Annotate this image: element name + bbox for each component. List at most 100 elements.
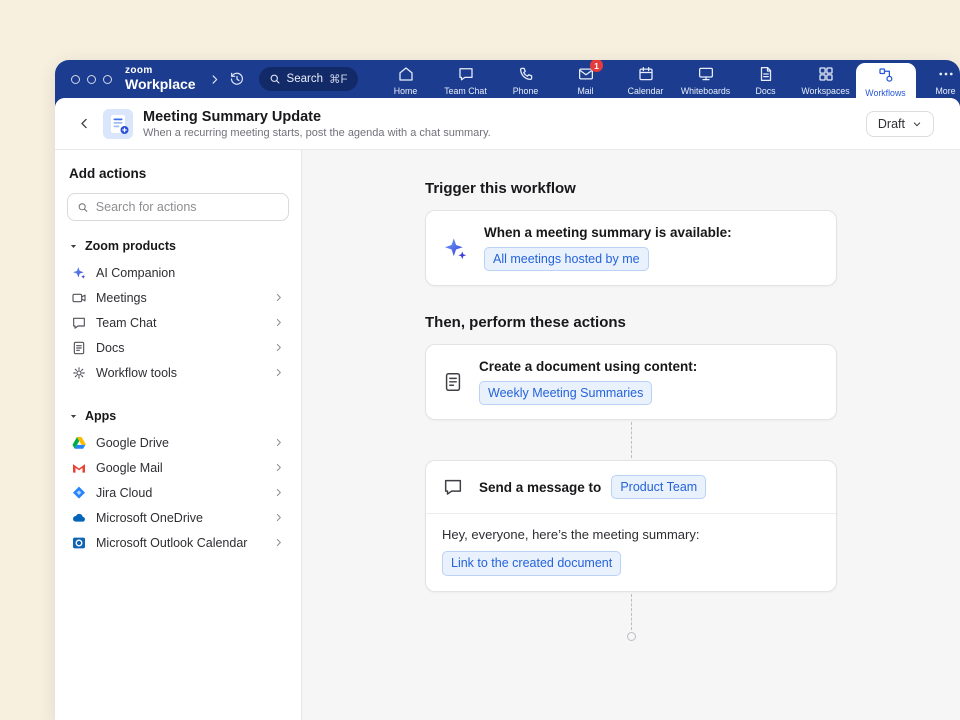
docs-icon (756, 64, 775, 83)
app-window: zoom Workplace Search ⌘F Home (55, 60, 960, 720)
collapse-chevron-icon[interactable] (204, 73, 225, 86)
window-control-dot[interactable] (103, 75, 112, 84)
chevron-right-icon (273, 292, 284, 303)
trigger-card[interactable]: When a meeting summary is available: All… (425, 210, 837, 286)
nav-item-docs[interactable]: Docs (736, 60, 796, 98)
chat-bubble-icon (442, 476, 464, 498)
workflows-icon (876, 66, 895, 85)
nav-item-home[interactable]: Home (376, 60, 436, 98)
chevron-right-icon (273, 512, 284, 523)
page-title: Meeting Summary Update (143, 109, 491, 125)
message-link-tag[interactable]: Link to the created document (442, 551, 621, 575)
trigger-scope-tag[interactable]: All meetings hosted by me (484, 247, 649, 271)
sidebar-item-google-mail[interactable]: Google Mail (67, 455, 289, 480)
nav-item-phone[interactable]: Phone (496, 60, 556, 98)
chevron-right-icon (273, 342, 284, 353)
chevron-right-icon (273, 317, 284, 328)
window-controls (55, 75, 125, 84)
outlook-calendar-icon (70, 534, 87, 551)
back-button[interactable] (71, 111, 97, 137)
jira-icon (70, 484, 87, 501)
home-icon (396, 64, 415, 83)
nav-item-more[interactable]: More (916, 60, 960, 98)
logo-workplace-text: Workplace (125, 77, 196, 92)
search-icon (77, 201, 89, 214)
calendar-icon (636, 64, 655, 83)
nav-item-workspaces[interactable]: Workspaces (796, 60, 856, 98)
flow-connector (631, 594, 632, 630)
document-icon (442, 371, 464, 393)
workflow-title-block: Meeting Summary Update When a recurring … (143, 109, 491, 139)
nav-item-calendar[interactable]: Calendar (616, 60, 676, 98)
ai-companion-icon (70, 264, 87, 281)
topbar: zoom Workplace Search ⌘F Home (55, 60, 960, 98)
ai-sparkle-icon (442, 235, 469, 262)
window-control-dot[interactable] (71, 75, 80, 84)
search-shortcut: ⌘F (329, 72, 348, 86)
nav-item-team-chat[interactable]: Team Chat (436, 60, 496, 98)
sidebar-item-jira-cloud[interactable]: Jira Cloud (67, 480, 289, 505)
sidebar-item-meetings[interactable]: Meetings (67, 285, 289, 310)
sidebar-item-team-chat[interactable]: Team Chat (67, 310, 289, 335)
triangle-down-icon (69, 412, 78, 421)
send-message-card[interactable]: Send a message to Product Team Hey, ever… (425, 460, 837, 591)
workflow-thumbnail-icon (103, 109, 133, 139)
chevron-right-icon (273, 537, 284, 548)
search-icon (269, 73, 281, 85)
more-icon (936, 64, 955, 83)
actions-search-input[interactable] (96, 200, 279, 214)
trigger-text: When a meeting summary is available: (484, 225, 732, 240)
send-message-text: Send a message to (479, 480, 601, 495)
team-chat-icon (456, 64, 475, 83)
sidebar-heading: Add actions (69, 166, 289, 181)
chevron-right-icon (273, 367, 284, 378)
trigger-heading: Trigger this workflow (425, 180, 837, 197)
history-icon[interactable] (225, 71, 249, 87)
search-label: Search (287, 73, 323, 85)
sidebar-item-google-drive[interactable]: Google Drive (67, 430, 289, 455)
gear-icon (70, 364, 87, 381)
onedrive-icon (70, 509, 87, 526)
mail-unread-badge: 1 (590, 60, 603, 72)
mail-icon: 1 (576, 64, 595, 83)
meetings-icon (70, 289, 87, 306)
sidebar-item-ai-companion[interactable]: AI Companion (67, 260, 289, 285)
triangle-down-icon (69, 242, 78, 251)
app-body: Meeting Summary Update When a recurring … (55, 98, 960, 720)
actions-sidebar: Add actions Zoom products AI Companion (55, 150, 302, 720)
workflow-header: Meeting Summary Update When a recurring … (55, 98, 960, 150)
section-zoom-products[interactable]: Zoom products (69, 239, 287, 253)
sidebar-item-workflow-tools[interactable]: Workflow tools (67, 360, 289, 385)
team-chat-icon (70, 314, 87, 331)
google-drive-icon (70, 434, 87, 451)
create-document-card[interactable]: Create a document using content: Weekly … (425, 344, 837, 420)
flow-connector (631, 422, 632, 458)
section-apps[interactable]: Apps (69, 409, 287, 423)
window-control-dot[interactable] (87, 75, 96, 84)
sidebar-item-microsoft-outlook-calendar[interactable]: Microsoft Outlook Calendar (67, 530, 289, 555)
sidebar-item-docs[interactable]: Docs (67, 335, 289, 360)
nav-item-whiteboards[interactable]: Whiteboards (676, 60, 736, 98)
whiteboards-icon (696, 64, 715, 83)
chevron-right-icon (273, 487, 284, 498)
message-body-text: Hey, everyone, here’s the meeting summar… (442, 527, 820, 542)
sidebar-item-microsoft-onedrive[interactable]: Microsoft OneDrive (67, 505, 289, 530)
actions-search[interactable] (67, 193, 289, 221)
workspaces-icon (816, 64, 835, 83)
global-search[interactable]: Search ⌘F (259, 67, 358, 91)
chevron-down-icon (912, 119, 922, 129)
top-navigation: Home Team Chat Phone 1 Mail (376, 60, 960, 98)
nav-item-workflows[interactable]: Workflows (856, 63, 916, 98)
message-recipient-tag[interactable]: Product Team (611, 475, 706, 499)
page-subtitle: When a recurring meeting starts, post th… (143, 127, 491, 139)
chevron-right-icon (273, 462, 284, 473)
status-dropdown[interactable]: Draft (866, 111, 934, 137)
zoom-workplace-logo: zoom Workplace (125, 66, 196, 91)
create-document-text: Create a document using content: (479, 359, 697, 374)
phone-icon (516, 64, 535, 83)
nav-item-mail[interactable]: 1 Mail (556, 60, 616, 98)
document-content-tag[interactable]: Weekly Meeting Summaries (479, 381, 652, 405)
actions-heading: Then, perform these actions (425, 314, 837, 331)
google-mail-icon (70, 459, 87, 476)
flow-end-node[interactable] (627, 632, 636, 641)
